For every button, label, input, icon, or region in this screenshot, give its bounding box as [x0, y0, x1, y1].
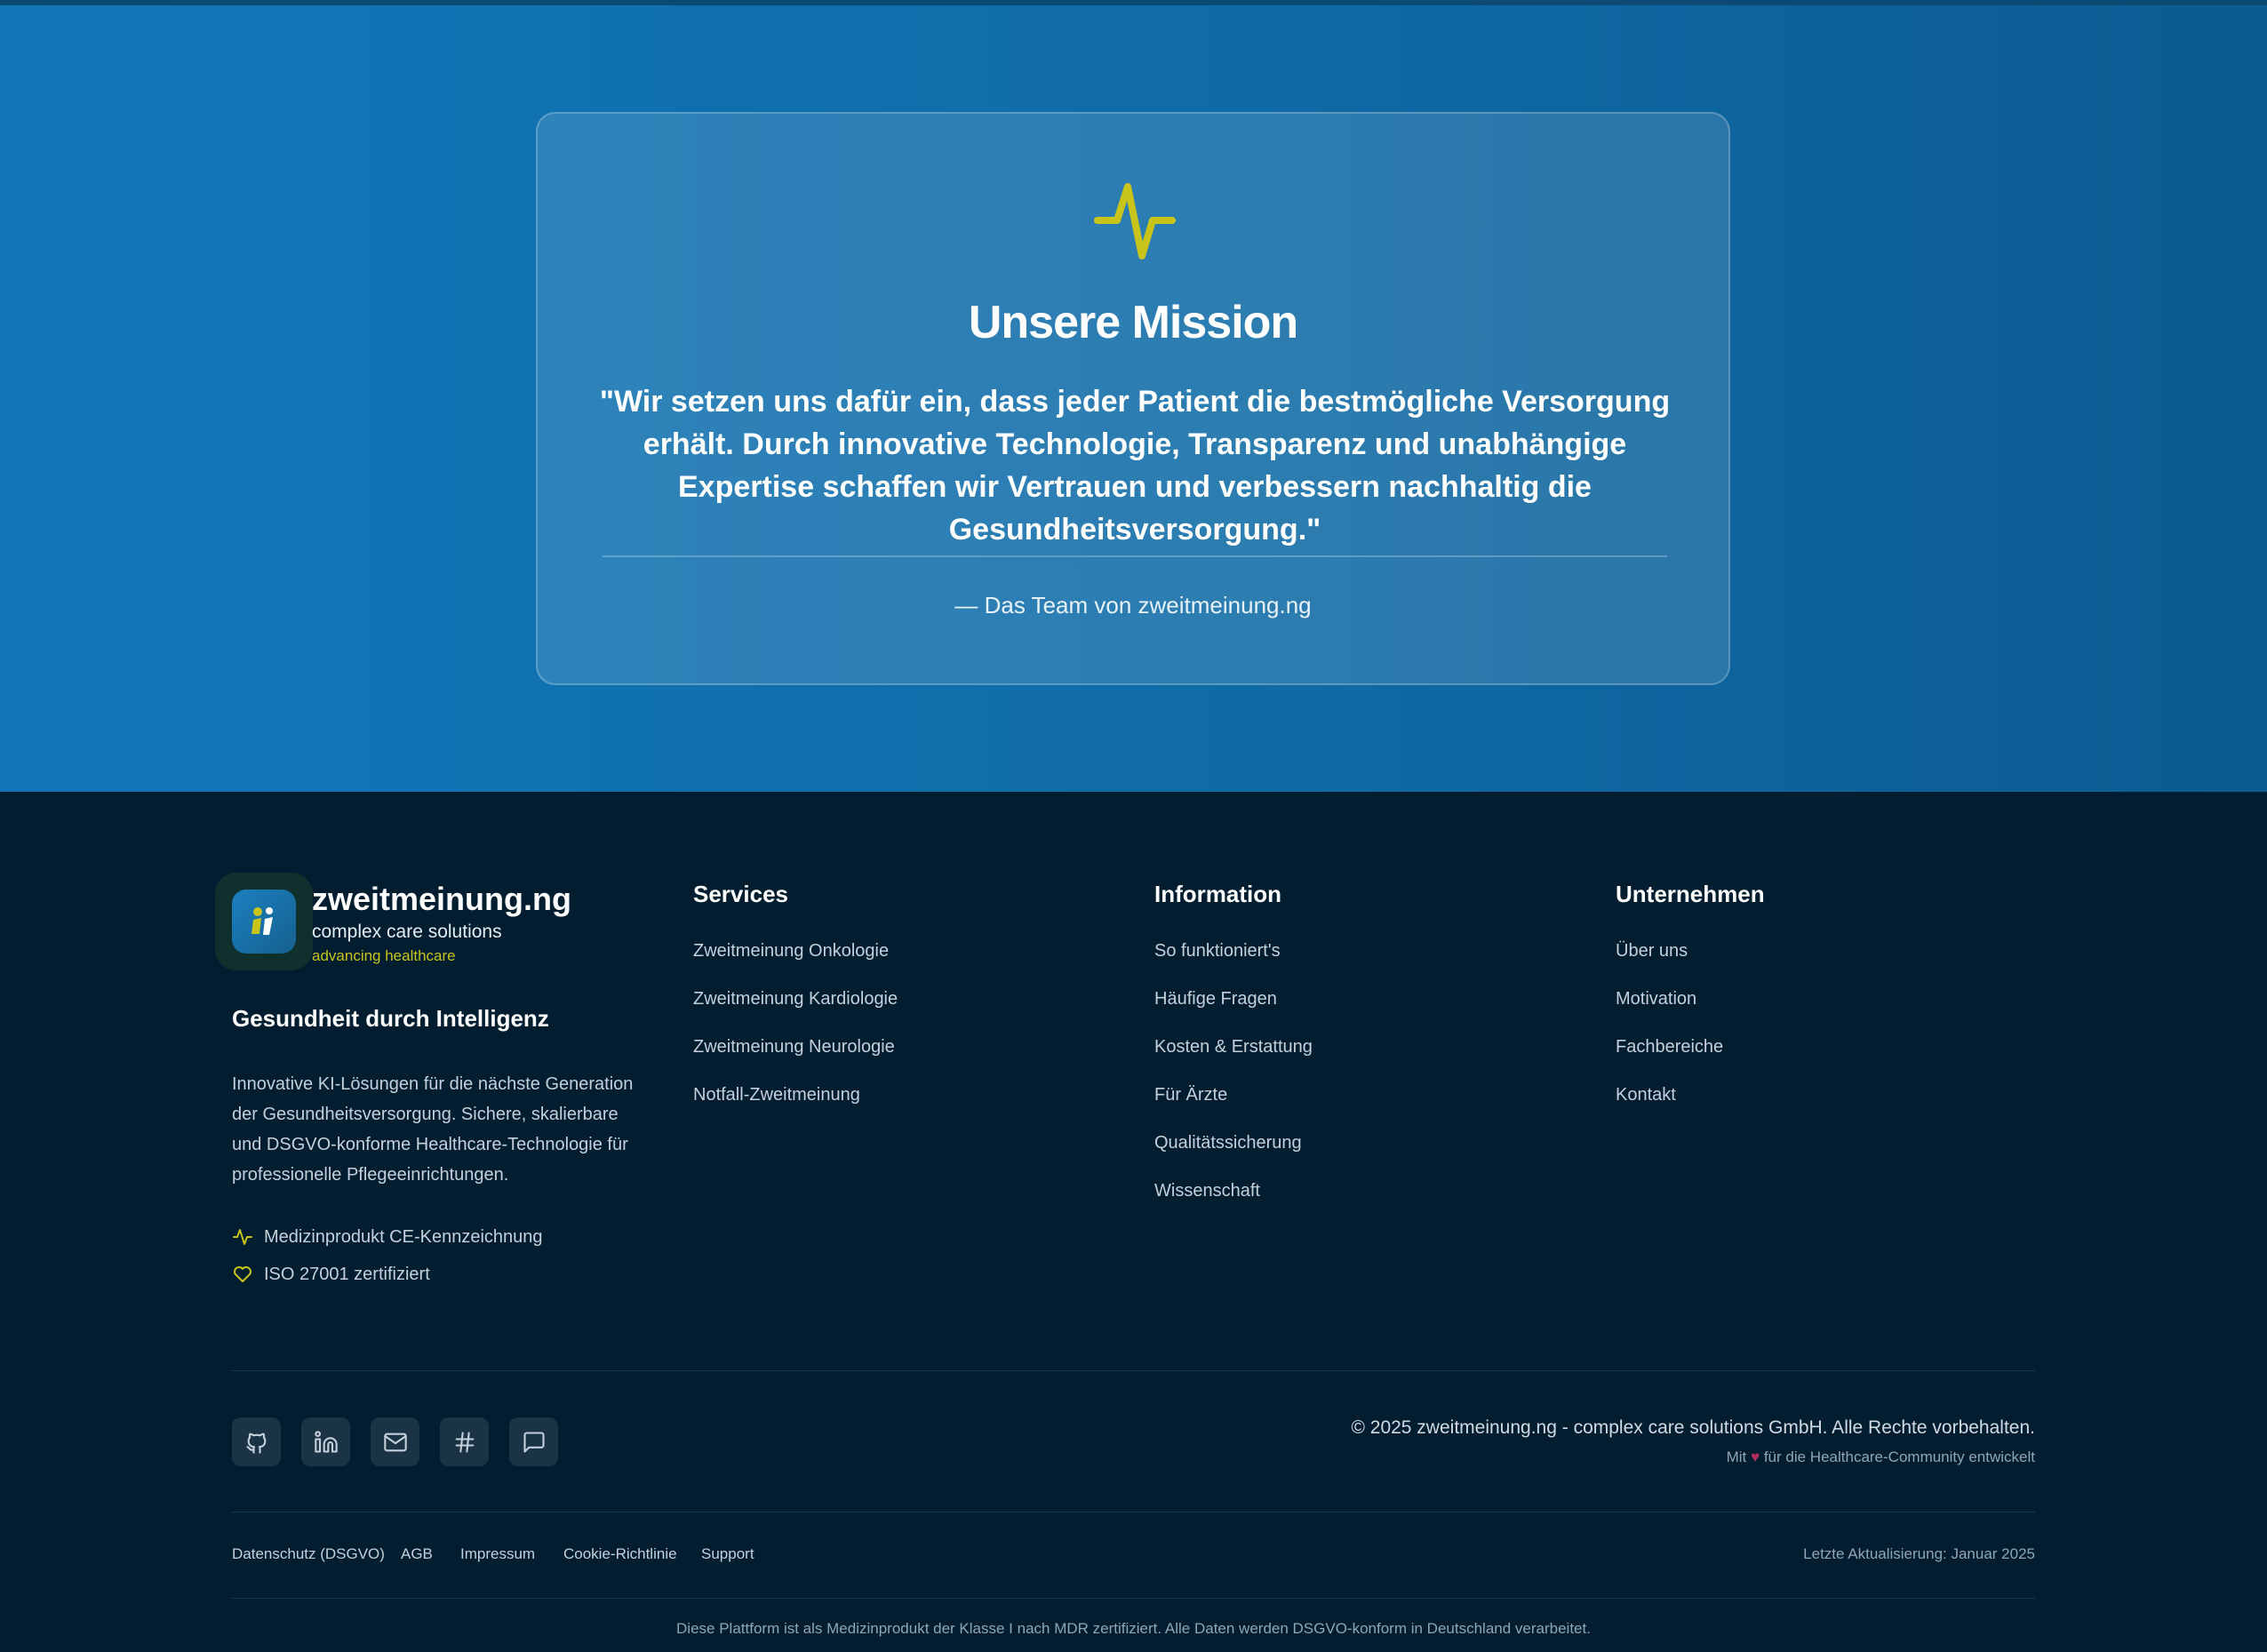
activity-pulse-icon — [1094, 183, 1176, 259]
brand-subtitle: complex care solutions — [312, 922, 502, 942]
linkedin-link[interactable] — [301, 1417, 350, 1466]
linkedin-icon — [314, 1430, 338, 1453]
logo[interactable] — [215, 873, 313, 970]
mission-author: — Das Team von zweitmeinung.ng — [954, 592, 1312, 619]
last-updated: Letzte Aktualisierung: Januar 2025 — [1803, 1545, 2035, 1562]
github-icon — [245, 1433, 266, 1454]
disclaimer: Diese Plattform ist als Medizinprodukt d… — [676, 1620, 1591, 1637]
brand-name[interactable]: zweitmeinung.ng — [312, 881, 571, 918]
badge-iso: ISO 27001 zertifiziert — [232, 1262, 430, 1287]
services-heading: Services — [693, 881, 788, 907]
activity-icon — [233, 1229, 252, 1245]
tagline: Gesundheit durch Intelligenz — [232, 1005, 549, 1032]
mail-link[interactable] — [371, 1417, 419, 1466]
company-heading: Unternehmen — [1616, 881, 1765, 907]
hash-link[interactable] — [440, 1417, 489, 1466]
mission-title: Unsere Mission — [968, 297, 1298, 348]
footer-link-kardiologie[interactable]: Zweitmeinung Kardiologie — [693, 989, 898, 1010]
footer-link-aerzte[interactable]: Für Ärzte — [1154, 1085, 1227, 1105]
mission-card: Unsere Mission "Wir setzen uns dafür ein… — [536, 112, 1730, 685]
brand-description: Innovative KI-Lösungen für die nächste G… — [232, 1074, 634, 1185]
made-with: Mit ♥ für die Healthcare-Community entwi… — [1726, 1448, 2035, 1465]
footer: zweitmeinung.ng complex care solutions a… — [0, 792, 2267, 1652]
divider — [232, 1370, 2035, 1371]
footer-link-onkologie[interactable]: Zweitmeinung Onkologie — [693, 941, 889, 962]
footer-link-notfall[interactable]: Notfall-Zweitmeinung — [693, 1085, 860, 1105]
footer-link-neurologie[interactable]: Zweitmeinung Neurologie — [693, 1037, 895, 1057]
badge-ce: Medizinprodukt CE-Kennzeichnung — [232, 1225, 543, 1249]
chat-icon — [523, 1431, 545, 1453]
mail-icon — [383, 1433, 407, 1451]
footer-link-faq[interactable]: Häufige Fragen — [1154, 989, 1277, 1010]
footer-link-wissenschaft[interactable]: Wissenschaft — [1154, 1181, 1260, 1201]
legal-link-impressum[interactable]: Impressum — [460, 1545, 535, 1563]
legal-link-agb[interactable]: AGB — [401, 1545, 433, 1563]
legal-link-datenschutz[interactable]: Datenschutz (DSGVO) — [232, 1545, 385, 1563]
github-link[interactable] — [232, 1417, 281, 1466]
badge-label: Medizinprodukt CE-Kennzeichnung — [264, 1226, 543, 1247]
hash-icon — [455, 1431, 474, 1453]
legal-link-support[interactable]: Support — [701, 1545, 754, 1563]
footer-link-ueber-uns[interactable]: Über uns — [1616, 941, 1688, 962]
footer-link-motivation[interactable]: Motivation — [1616, 989, 1696, 1010]
copyright: © 2025 zweitmeinung.ng - complex care so… — [1351, 1417, 2035, 1438]
logo-mark-icon — [251, 907, 273, 935]
heart-icon — [234, 1266, 251, 1282]
mission-quote: "Wir setzen uns dafür ein, dass jeder Pa… — [599, 385, 1671, 547]
badge-label: ISO 27001 zertifiziert — [264, 1264, 430, 1284]
divider — [603, 555, 1667, 557]
divider — [232, 1598, 2035, 1599]
brand-tag: advancing healthcare — [312, 947, 456, 964]
footer-link-kosten[interactable]: Kosten & Erstattung — [1154, 1037, 1313, 1057]
footer-link-so-funktionierts[interactable]: So funktioniert's — [1154, 941, 1281, 962]
footer-link-qualitaet[interactable]: Qualitätssicherung — [1154, 1133, 1302, 1153]
heart-icon: ♥ — [1751, 1448, 1760, 1465]
footer-link-fachbereiche[interactable]: Fachbereiche — [1616, 1037, 1723, 1057]
legal-link-cookie[interactable]: Cookie-Richtlinie — [563, 1545, 677, 1563]
footer-link-kontakt[interactable]: Kontakt — [1616, 1085, 1676, 1105]
chat-link[interactable] — [509, 1417, 558, 1466]
information-heading: Information — [1154, 881, 1281, 907]
mission-section: Unsere Mission "Wir setzen uns dafür ein… — [0, 5, 2267, 792]
